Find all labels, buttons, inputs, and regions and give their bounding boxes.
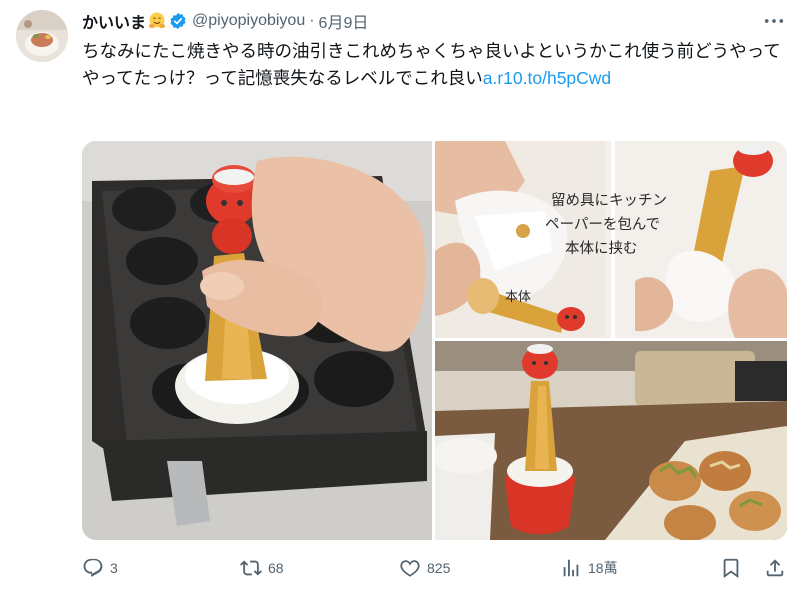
heart-icon <box>400 560 420 577</box>
retweet-button[interactable]: 68 <box>240 556 284 580</box>
tweet-text: ちなみにたこ焼きやる時の油引きこれめちゃくちゃ良いよというかこれ使う前どうやって… <box>82 38 782 92</box>
more-options-button[interactable] <box>763 12 785 30</box>
reply-count: 3 <box>110 560 118 576</box>
media-grid: 留め具にキッチン ペーパーを包んで 本体に挟む 本体 <box>82 141 787 540</box>
tweet-link[interactable]: a.r10.to/h5pCwd <box>483 68 611 88</box>
tweet-body-text: ちなみにたこ焼きやる時の油引きこれめちゃくちゃ良いよというかこれ使う前どうやって… <box>82 41 781 88</box>
reply-button[interactable]: 3 <box>82 556 118 580</box>
reply-icon <box>83 558 103 577</box>
display-name[interactable]: かいいま <box>82 9 146 33</box>
paper-wrapping-photo: 留め具にキッチン ペーパーを包んで 本体に挟む 本体 <box>435 141 787 338</box>
retweet-count: 68 <box>268 560 284 576</box>
author-handle[interactable]: @piyopiyobiyou <box>192 12 305 30</box>
photo-body-label: 本体 <box>505 290 531 305</box>
action-bar: 3 68 825 18萬 <box>82 556 788 580</box>
photo-caption-line-3: 本体に挟む <box>565 240 638 257</box>
view-count: 18萬 <box>588 560 618 576</box>
bookmark-icon <box>723 558 739 579</box>
takoyaki-table-photo <box>435 341 787 540</box>
avatar-image <box>16 10 68 62</box>
like-count: 825 <box>427 560 451 576</box>
views-button[interactable]: 18萬 <box>560 556 618 580</box>
photo-main[interactable] <box>82 141 432 540</box>
tweet-header: かいいま @piyopiyobiyou · 6月9日 <box>82 9 368 33</box>
more-dots-icon <box>764 19 784 23</box>
photo-top-right[interactable]: 留め具にキッチン ペーパーを包んで 本体に挟む 本体 <box>435 141 787 338</box>
photo-caption-line-1: 留め具にキッチン <box>551 192 667 209</box>
bookmark-button[interactable] <box>720 556 742 580</box>
analytics-icon <box>563 559 579 577</box>
photo-bottom-right[interactable] <box>435 341 787 540</box>
share-icon <box>766 559 784 577</box>
tweet-card[interactable]: かいいま @piyopiyobiyou · 6月9日 ちなみにたこ焼きやる時の油… <box>0 0 799 592</box>
like-button[interactable]: 825 <box>399 556 450 580</box>
share-button[interactable] <box>764 556 786 580</box>
avatar[interactable] <box>16 10 68 62</box>
header-separator: · <box>309 12 315 29</box>
hugging-face-emoji-icon <box>148 12 166 30</box>
photo-caption-line-2: ペーパーを包んで <box>545 216 660 233</box>
post-date[interactable]: 6月9日 <box>319 9 369 33</box>
takoyaki-pan-photo <box>82 141 432 540</box>
verified-badge-icon[interactable] <box>169 12 187 30</box>
retweet-icon <box>240 560 262 576</box>
